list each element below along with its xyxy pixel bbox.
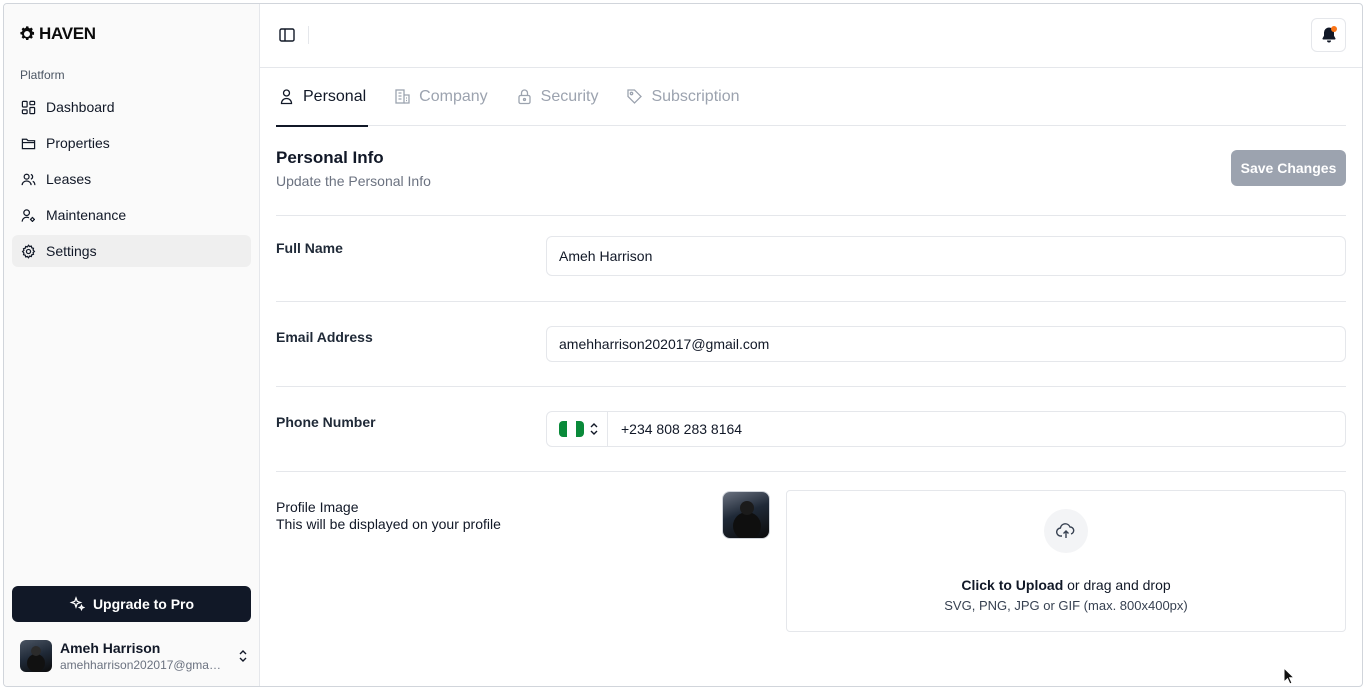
- app-window: HAVEN Platform Dashboard Properties Leas…: [3, 3, 1363, 687]
- sidebar-item-properties[interactable]: Properties: [12, 127, 251, 159]
- sidebar-item-label: Maintenance: [46, 207, 127, 223]
- save-changes-button[interactable]: Save Changes: [1231, 150, 1346, 186]
- folder-icon: [21, 138, 36, 149]
- tab-label: Company: [419, 87, 488, 105]
- sidebar-item-label: Properties: [46, 135, 110, 151]
- page-title: Personal Info: [276, 148, 384, 167]
- sidebar: HAVEN Platform Dashboard Properties Leas…: [4, 4, 260, 686]
- user-icon: [280, 89, 293, 105]
- upload-instructions-rest: or drag and drop: [1063, 577, 1171, 593]
- phone-field: +234 808 283 8164: [546, 411, 1346, 447]
- upload-dropzone[interactable]: Click to Upload or drag and drop SVG, PN…: [786, 490, 1346, 632]
- lock-icon: [517, 89, 531, 105]
- tab-company[interactable]: Company: [392, 68, 489, 126]
- tab-subscription[interactable]: Subscription: [624, 68, 741, 126]
- upgrade-label: Upgrade to Pro: [92, 596, 195, 612]
- page-subtitle: Update the Personal Info: [276, 173, 431, 189]
- sidebar-toggle-icon[interactable]: [278, 26, 296, 44]
- tag-icon: [627, 89, 643, 104]
- country-select[interactable]: [547, 412, 608, 446]
- avatar: [20, 640, 52, 672]
- user-menu[interactable]: Ameh Harrison amehharrison202017@gmail.c…: [12, 634, 251, 678]
- profile-image-preview: [722, 491, 770, 539]
- upload-instructions: Click to Upload or drag and drop: [787, 577, 1345, 593]
- email-field[interactable]: amehharrison202017@gmail.com: [546, 326, 1346, 362]
- phone-label: Phone Number: [276, 414, 376, 430]
- click-to-upload-link[interactable]: Click to Upload: [961, 577, 1063, 593]
- sidebar-item-label: Settings: [46, 243, 97, 259]
- user-gear-icon: [21, 208, 35, 222]
- sidebar-item-label: Dashboard: [46, 99, 115, 115]
- users-icon: [21, 173, 36, 185]
- sidebar-nav: Dashboard Properties Leases Maintenance …: [12, 91, 251, 271]
- notification-dot: [1331, 26, 1337, 32]
- app-logo[interactable]: HAVEN: [18, 24, 96, 44]
- gear-icon: [21, 243, 36, 259]
- full-name-row: Full Name Ameh Harrison: [276, 216, 1346, 302]
- profile-image-row: Profile Image This will be displayed on …: [276, 472, 1346, 642]
- settings-tabs: Personal Company Security Subscription: [276, 68, 1346, 127]
- email-label: Email Address: [276, 329, 373, 345]
- tab-personal[interactable]: Personal: [276, 68, 369, 127]
- mouse-cursor-icon: [1283, 667, 1295, 685]
- sidebar-item-leases[interactable]: Leases: [12, 163, 251, 195]
- profile-image-sublabel: This will be displayed on your profile: [276, 516, 501, 532]
- sparkles-icon: [69, 596, 85, 612]
- sidebar-section-label: Platform: [20, 68, 65, 82]
- sidebar-item-dashboard[interactable]: Dashboard: [12, 91, 251, 123]
- app-name: HAVEN: [39, 24, 96, 43]
- user-email: amehharrison202017@gmail.c...: [60, 658, 222, 672]
- upload-cloud-icon: [1044, 509, 1088, 553]
- phone-row: Phone Number +234 808 283 8164: [276, 387, 1346, 472]
- divider: [308, 26, 309, 44]
- sidebar-item-label: Leases: [46, 171, 92, 187]
- section-header: Personal Info Update the Personal Info S…: [276, 126, 1346, 216]
- full-name-label: Full Name: [276, 240, 343, 256]
- dashboard-icon: [21, 100, 36, 114]
- building-icon: [395, 89, 410, 104]
- upgrade-button[interactable]: Upgrade to Pro: [12, 586, 251, 622]
- upload-hint: SVG, PNG, JPG or GIF (max. 800x400px): [944, 598, 1188, 613]
- full-name-field[interactable]: Ameh Harrison: [546, 236, 1346, 276]
- user-name: Ameh Harrison: [60, 640, 161, 656]
- tab-label: Personal: [303, 87, 367, 105]
- profile-image-label: Profile Image: [276, 499, 359, 515]
- email-row: Email Address amehharrison202017@gmail.c…: [276, 302, 1346, 387]
- gear-logo-icon: [20, 26, 35, 40]
- settings-main: Personal Company Security Subscription P…: [276, 68, 1346, 642]
- phone-input[interactable]: +234 808 283 8164: [608, 421, 742, 437]
- sidebar-item-maintenance[interactable]: Maintenance: [12, 199, 251, 231]
- tab-label: Security: [540, 87, 599, 105]
- top-bar: [260, 4, 1362, 68]
- tab-security[interactable]: Security: [514, 68, 601, 126]
- nigeria-flag-icon: [559, 421, 584, 437]
- chevrons-up-down-icon: [239, 650, 247, 662]
- notifications-button[interactable]: [1311, 18, 1346, 52]
- chevrons-up-down-icon: [590, 423, 598, 435]
- sidebar-item-settings[interactable]: Settings: [12, 235, 251, 267]
- tab-label: Subscription: [651, 87, 740, 105]
